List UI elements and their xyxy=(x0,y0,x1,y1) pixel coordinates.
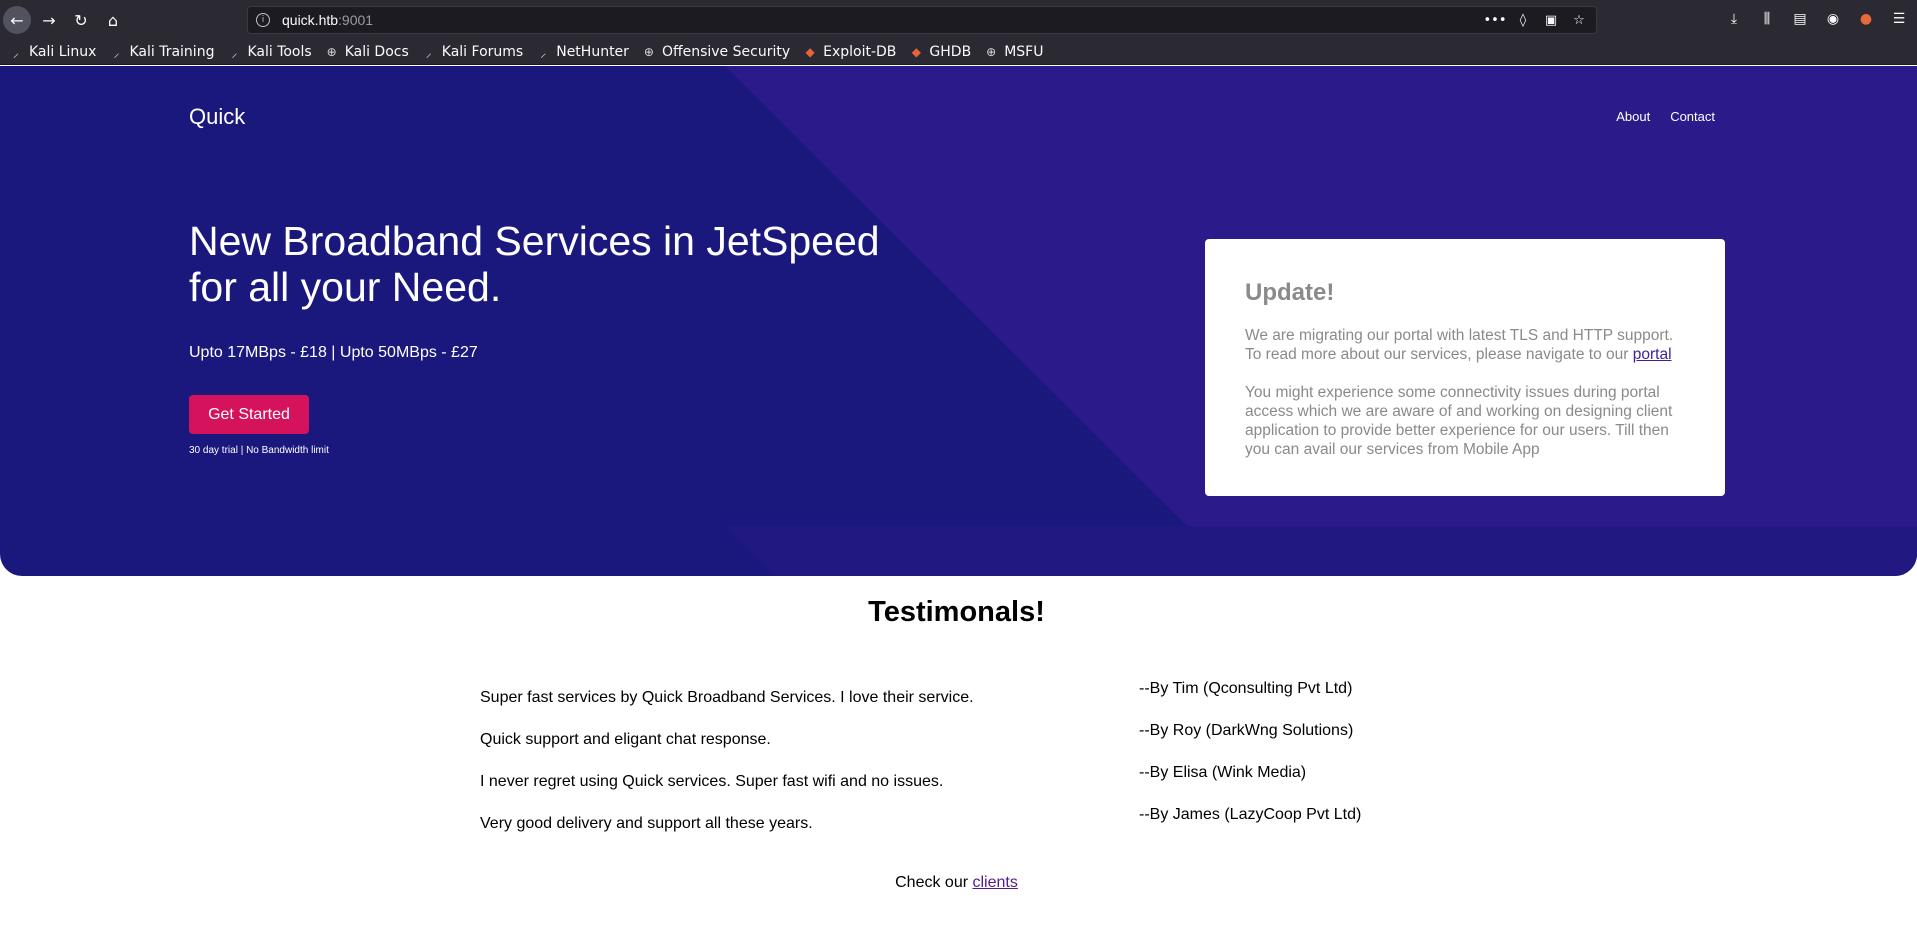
reload-button[interactable]: ↻ xyxy=(67,6,95,34)
bookmark-exploit-db[interactable]: ◆ Exploit-DB xyxy=(802,44,897,60)
update-paragraph-2: You might experience some connectivity i… xyxy=(1245,384,1673,458)
nav-contact-link[interactable]: Contact xyxy=(1670,109,1715,124)
site-info-icon[interactable]: i xyxy=(256,13,270,27)
bookmark-ghdb[interactable]: ◆ GHDB xyxy=(908,44,971,60)
kali-dragon-icon: ⸝ xyxy=(425,45,432,60)
update-card: Update! We are migrating our portal with… xyxy=(1205,239,1725,496)
url-bar[interactable]: i quick.htb:9001 ••• ◊ ▣ ☆ xyxy=(247,6,1597,34)
exploit-db-icon: ◆ xyxy=(911,45,922,59)
sidebar-icon[interactable]: ▤ xyxy=(1790,8,1810,30)
url-port: :9001 xyxy=(338,12,374,28)
testimonial-quote: Quick support and eligant chat response. xyxy=(480,731,771,748)
cta-note: 30 day trial | No Bandwidth limit xyxy=(189,445,329,456)
testimonial-author: --By Roy (DarkWng Solutions) xyxy=(1139,722,1354,739)
globe-icon: ⊕ xyxy=(326,45,337,59)
kali-dragon-icon: ⸝ xyxy=(113,45,120,60)
testimonial-authors: --By Tim (Qconsulting Pvt Ltd) --By Roy … xyxy=(1139,680,1361,848)
get-started-button[interactable]: Get Started xyxy=(189,395,309,434)
globe-icon: ⊕ xyxy=(986,45,997,59)
page-actions-icon[interactable]: ••• xyxy=(1484,11,1507,29)
menu-icon[interactable]: ☰ xyxy=(1889,8,1909,30)
nav-about-link[interactable]: About xyxy=(1616,109,1650,124)
kali-dragon-icon: ⸝ xyxy=(231,45,238,60)
reader-view-icon[interactable]: ▣ xyxy=(1542,11,1560,29)
hero-prices: Upto 17MBps - £18 | Upto 50MBps - £27 xyxy=(189,344,478,361)
library-icon[interactable]: ⫼ xyxy=(1757,8,1777,30)
testimonials-title: Testimonals! xyxy=(868,596,1045,628)
hero-headline: New Broadband Services in JetSpeed for a… xyxy=(189,218,880,310)
bookmark-kali-linux[interactable]: ⸝ Kali Linux xyxy=(8,44,96,60)
bookmark-star-icon[interactable]: ☆ xyxy=(1570,11,1588,29)
site-brand[interactable]: Quick xyxy=(189,104,245,130)
kali-dragon-icon: ⸝ xyxy=(12,45,19,60)
update-paragraph-1: We are migrating our portal with latest … xyxy=(1245,327,1674,363)
pocket-icon[interactable]: ◊ xyxy=(1514,11,1532,29)
bookmark-offensive-security[interactable]: ⊕ Offensive Security xyxy=(641,44,790,60)
update-title: Update! xyxy=(1245,279,1335,306)
url-host: quick.htb xyxy=(282,12,339,28)
arrow-left-icon: ← xyxy=(10,10,24,30)
reload-icon: ↻ xyxy=(74,10,88,30)
bookmark-kali-docs[interactable]: ⊕ Kali Docs xyxy=(324,44,409,60)
globe-icon: ⊕ xyxy=(643,45,654,59)
testimonial-quotes: Super fast services by Quick Broadband S… xyxy=(480,689,974,857)
clients-line: Check our clients xyxy=(895,874,1018,891)
arrow-right-icon: → xyxy=(42,10,56,30)
testimonial-quote: I never regret using Quick services. Sup… xyxy=(480,773,944,790)
foxyproxy-icon[interactable]: ● xyxy=(1856,8,1876,30)
bookmark-nethunter[interactable]: ⸝ NetHunter xyxy=(535,44,629,60)
bookmark-kali-training[interactable]: ⸝ Kali Training xyxy=(108,44,214,60)
bookmark-kali-tools[interactable]: ⸝ Kali Tools xyxy=(226,44,311,60)
testimonial-quote: Very good delivery and support all these… xyxy=(480,815,813,832)
top-nav: About Contact xyxy=(1616,109,1715,124)
browser-toolbar: ← → ↻ ⌂ i quick.htb:9001 ••• ◊ ▣ ☆ ⤓ ⫼ ▤… xyxy=(0,0,1917,40)
downloads-icon[interactable]: ⤓ xyxy=(1724,8,1744,30)
clients-link[interactable]: clients xyxy=(973,874,1018,891)
url-bar-actions: ••• ◊ ▣ ☆ xyxy=(1484,11,1588,29)
toolbar-right: ⤓ ⫼ ▤ ◉ ● ☰ xyxy=(1724,8,1909,30)
bookmark-kali-forums[interactable]: ⸝ Kali Forums xyxy=(421,44,523,60)
back-button[interactable]: ← xyxy=(3,6,31,34)
testimonial-author: --By Elisa (Wink Media) xyxy=(1139,764,1307,781)
home-icon: ⌂ xyxy=(107,10,119,30)
testimonial-author: --By James (LazyCoop Pvt Ltd) xyxy=(1139,806,1362,823)
portal-link[interactable]: portal xyxy=(1633,346,1672,363)
exploit-db-icon: ◆ xyxy=(805,45,815,59)
testimonial-quote: Super fast services by Quick Broadband S… xyxy=(480,689,974,706)
home-button[interactable]: ⌂ xyxy=(99,6,127,34)
hero-section: Quick About Contact New Broadband Servic… xyxy=(0,66,1917,576)
testimonial-author: --By Tim (Qconsulting Pvt Ltd) xyxy=(1139,680,1353,697)
kali-dragon-icon: ⸝ xyxy=(540,45,547,60)
forward-button[interactable]: → xyxy=(35,6,63,34)
account-icon[interactable]: ◉ xyxy=(1823,8,1843,30)
bookmark-msfu[interactable]: ⊕ MSFU xyxy=(983,44,1043,60)
bookmarks-toolbar: ⸝ Kali Linux ⸝ Kali Training ⸝ Kali Tools ⊕… xyxy=(0,40,1917,65)
